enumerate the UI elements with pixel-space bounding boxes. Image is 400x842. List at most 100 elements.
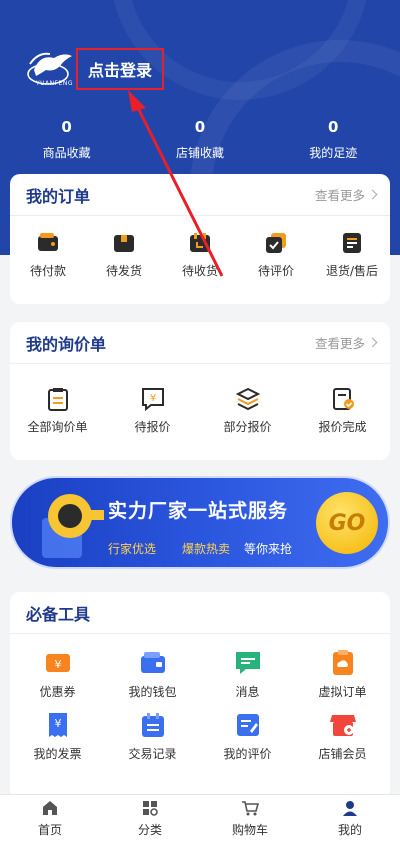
- stat-value: 0: [194, 118, 206, 136]
- tool-messages[interactable]: 消息: [200, 648, 295, 700]
- inquiry-all[interactable]: 全部询价单: [13, 386, 103, 435]
- svg-text:¥: ¥: [54, 658, 61, 671]
- inquiry-quote-complete[interactable]: 报价完成: [298, 386, 388, 435]
- order-status-label: 退货/售后: [325, 264, 379, 278]
- order-status-after-sales[interactable]: 退货/售后: [315, 230, 389, 279]
- more-label: 查看更多: [314, 188, 365, 203]
- orders-status-row: 待付款 待发货 待收货 待评价 退货/售后: [10, 216, 390, 279]
- clipboard-icon: [47, 388, 68, 411]
- tab-label: 购物车: [231, 823, 268, 837]
- inquiry-label: 报价完成: [318, 420, 367, 434]
- tab-label: 我的: [337, 823, 362, 837]
- tape-measure-icon: [42, 494, 104, 558]
- tab-home[interactable]: 首页: [0, 795, 100, 842]
- home-icon: [43, 801, 57, 815]
- tool-wallet[interactable]: 我的钱包: [105, 648, 200, 700]
- inquiry-label: 部分报价: [223, 420, 272, 434]
- stat-label: 我的足迹: [309, 146, 358, 160]
- order-status-pending-review[interactable]: 待评价: [239, 230, 313, 279]
- tool-store-membership[interactable]: 店铺会员: [295, 710, 390, 762]
- store-member-icon: [329, 715, 356, 736]
- calendar-record-icon: [141, 713, 164, 737]
- tool-invoice[interactable]: ¥ 我的发票: [10, 710, 105, 762]
- stat-favorite-products[interactable]: 0 商品收藏: [0, 118, 133, 161]
- tool-transactions[interactable]: 交易记录: [105, 710, 200, 762]
- inquiry-label: 待报价: [134, 420, 171, 434]
- bottom-tab-bar: 首页 分类 购物车 我的: [0, 794, 400, 842]
- tool-label: 我的评价: [223, 747, 272, 761]
- order-status-label: 待付款: [29, 264, 66, 278]
- tab-category[interactable]: 分类: [100, 795, 200, 842]
- category-icon: [143, 801, 158, 816]
- more-label: 查看更多: [314, 336, 365, 351]
- orders-card-header: 我的订单 查看更多: [10, 174, 390, 216]
- svg-text:¥: ¥: [149, 393, 155, 404]
- tool-label: 交易记录: [128, 747, 177, 761]
- invoice-icon: ¥: [48, 713, 67, 737]
- tool-label: 虚拟订单: [318, 685, 367, 699]
- tool-virtual-orders[interactable]: 虚拟订单: [295, 648, 390, 700]
- order-status-label: 待收货: [181, 264, 218, 278]
- banner-tag: 爆款热卖: [182, 542, 231, 556]
- document-check-icon: [332, 388, 354, 410]
- logo-text: YUANFENG: [36, 80, 74, 87]
- tool-coupon[interactable]: ¥ 优惠券: [10, 648, 105, 700]
- tools-grid: ¥ 优惠券 我的钱包 消息 虚拟订单 ¥ 我的发票 交易记录 我的评价 店铺会员: [10, 634, 390, 762]
- tab-label: 首页: [37, 823, 62, 837]
- login-button[interactable]: 点击登录: [76, 48, 164, 90]
- tool-my-reviews[interactable]: 我的评价: [200, 710, 295, 762]
- tab-label: 分类: [137, 823, 162, 837]
- inquiry-card-header: 我的询价单 查看更多: [10, 322, 390, 364]
- orders-card: 我的订单 查看更多 待付款 待发货 待收货 待评价 退货/售后: [10, 174, 390, 304]
- box-icon: [114, 235, 134, 252]
- tool-label: 优惠券: [39, 685, 76, 699]
- order-status-pending-shipment[interactable]: 待发货: [87, 230, 161, 279]
- message-icon: [235, 652, 260, 674]
- user-icon: [343, 801, 357, 816]
- inquiry-more-link[interactable]: 查看更多: [314, 333, 378, 352]
- coupon-icon: ¥: [45, 654, 70, 672]
- tool-label: 消息: [235, 685, 260, 699]
- banner-tag: 等你来抢: [244, 542, 293, 556]
- go-button[interactable]: GO: [316, 492, 378, 554]
- wallet-icon: [38, 233, 58, 251]
- wallet-icon: [140, 652, 165, 673]
- stat-footprints[interactable]: 0 我的足迹: [267, 118, 400, 161]
- stat-favorite-stores[interactable]: 0 店铺收藏: [133, 118, 266, 161]
- banner-title: 实力厂家一站式服务: [108, 500, 289, 522]
- chevron-right-icon: [367, 189, 378, 200]
- review-check-icon: [266, 233, 286, 253]
- edit-review-icon: [236, 714, 259, 736]
- layers-icon: [235, 387, 260, 411]
- tab-cart[interactable]: 购物车: [200, 795, 300, 842]
- stat-value: 0: [61, 118, 72, 136]
- return-list-icon: [343, 233, 361, 253]
- inquiry-partial-quote[interactable]: 部分报价: [203, 386, 293, 435]
- tool-label: 店铺会员: [318, 747, 367, 761]
- stat-value: 0: [328, 118, 339, 136]
- stat-label: 店铺收藏: [175, 146, 224, 160]
- cart-icon: [242, 801, 259, 816]
- order-status-label: 待发货: [105, 264, 142, 278]
- inquiry-card: 我的询价单 查看更多 全部询价单 ¥ 待报价 部分报价 报价完成: [10, 322, 390, 460]
- stats-row: 0 商品收藏 0 店铺收藏 0 我的足迹: [0, 118, 400, 161]
- orders-more-link[interactable]: 查看更多: [314, 185, 378, 204]
- stat-label: 商品收藏: [42, 146, 91, 160]
- inquiry-label: 全部询价单: [27, 420, 88, 434]
- orders-title: 我的订单: [26, 186, 91, 206]
- chevron-right-icon: [367, 337, 378, 348]
- order-status-pending-receipt[interactable]: 待收货: [163, 230, 237, 279]
- svg-text:¥: ¥: [54, 717, 61, 730]
- yen-message-icon: ¥: [141, 388, 164, 412]
- tab-mine[interactable]: 我的: [300, 795, 400, 842]
- promo-banner[interactable]: 实力厂家一站式服务 行家优选 爆款热卖 等你来抢 GO: [10, 476, 390, 569]
- banner-tag: 行家优选: [108, 542, 157, 556]
- tools-card-header: 必备工具: [10, 592, 390, 634]
- cloud-order-icon: [332, 650, 353, 675]
- order-status-label: 待评价: [257, 264, 294, 278]
- tools-title: 必备工具: [26, 604, 91, 624]
- order-status-pending-payment[interactable]: 待付款: [11, 230, 85, 279]
- tools-card: 必备工具 ¥ 优惠券 我的钱包 消息 虚拟订单 ¥ 我的发票 交易记录 我的评价: [10, 592, 390, 802]
- inquiry-pending-quote[interactable]: ¥ 待报价: [108, 386, 198, 435]
- inquiry-title: 我的询价单: [26, 334, 107, 354]
